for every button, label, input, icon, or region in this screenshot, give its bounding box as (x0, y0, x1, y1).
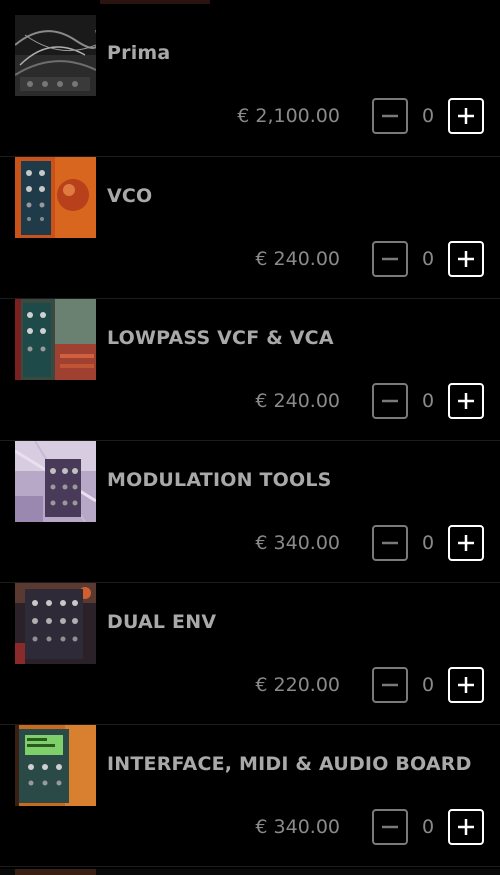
vcf-vca-module-photo (15, 299, 96, 380)
product-item-vco: VCO € 240.00 0 (0, 157, 500, 299)
product-thumbnail[interactable] (15, 441, 96, 522)
decrement-button[interactable] (372, 383, 408, 419)
decrement-button[interactable] (372, 241, 408, 277)
product-price: € 340.00 (255, 816, 340, 838)
interface-board-photo (15, 725, 96, 806)
dual-env-module-photo (15, 583, 96, 664)
product-item-interface-midi-audio-board: INTERFACE, MIDI & AUDIO BOARD € 340.00 0 (0, 725, 500, 867)
price-quantity-row: € 340.00 0 (255, 807, 484, 847)
vco-module-photo (15, 157, 96, 238)
price-quantity-row: € 340.00 0 (255, 523, 484, 563)
product-name[interactable]: VCO (107, 185, 152, 207)
product-item-prima: Prima € 2,100.00 0 (0, 0, 500, 157)
product-price: € 220.00 (255, 674, 340, 696)
price-quantity-row: € 240.00 0 (255, 381, 484, 421)
minus-icon (382, 541, 398, 545)
decrement-button[interactable] (372, 809, 408, 845)
quantity-value: 0 (421, 816, 435, 838)
modular-cables-photo (15, 15, 96, 96)
product-thumbnail[interactable] (15, 299, 96, 380)
increment-button[interactable] (448, 241, 484, 277)
plus-icon (458, 251, 474, 267)
increment-button[interactable] (448, 667, 484, 703)
quantity-value: 0 (421, 532, 435, 554)
minus-icon (382, 825, 398, 829)
price-quantity-row: € 240.00 0 (255, 239, 484, 279)
product-thumbnail[interactable] (15, 157, 96, 238)
increment-button[interactable] (448, 809, 484, 845)
quantity-value: 0 (421, 674, 435, 696)
plus-icon (458, 393, 474, 409)
product-item-lowpass-vcf-vca: LOWPASS VCF & VCA € 240.00 0 (0, 299, 500, 441)
plus-icon (458, 535, 474, 551)
product-thumbnail[interactable] (15, 15, 96, 96)
minus-icon (382, 399, 398, 403)
modulation-tools-photo (15, 441, 96, 522)
next-item-peek (0, 869, 500, 875)
product-name[interactable]: DUAL ENV (107, 611, 216, 633)
plus-icon (458, 108, 474, 124)
plus-icon (458, 819, 474, 835)
decrement-button[interactable] (372, 667, 408, 703)
product-name[interactable]: LOWPASS VCF & VCA (107, 327, 334, 349)
product-name[interactable]: MODULATION TOOLS (107, 469, 332, 491)
increment-button[interactable] (448, 525, 484, 561)
product-list: Prima € 2,100.00 0 VCO € 240.00 0 LOWPAS… (0, 0, 500, 867)
product-price: € 340.00 (255, 532, 340, 554)
increment-button[interactable] (448, 98, 484, 134)
minus-icon (382, 683, 398, 687)
product-price: € 240.00 (255, 248, 340, 270)
quantity-value: 0 (421, 248, 435, 270)
product-price: € 2,100.00 (237, 105, 340, 127)
minus-icon (382, 257, 398, 261)
quantity-value: 0 (421, 105, 435, 127)
product-name[interactable]: INTERFACE, MIDI & AUDIO BOARD (107, 753, 472, 775)
decrement-button[interactable] (372, 98, 408, 134)
quantity-value: 0 (421, 390, 435, 412)
product-item-modulation-tools: MODULATION TOOLS € 340.00 0 (0, 441, 500, 583)
product-name[interactable]: Prima (107, 42, 170, 64)
price-quantity-row: € 220.00 0 (255, 665, 484, 705)
decrement-button[interactable] (372, 525, 408, 561)
product-item-dual-env: DUAL ENV € 220.00 0 (0, 583, 500, 725)
product-thumbnail[interactable] (15, 725, 96, 806)
plus-icon (458, 677, 474, 693)
next-thumbnail-peek (15, 869, 96, 875)
minus-icon (382, 114, 398, 118)
product-price: € 240.00 (255, 390, 340, 412)
price-quantity-row: € 2,100.00 0 (237, 96, 484, 136)
product-thumbnail[interactable] (15, 583, 96, 664)
increment-button[interactable] (448, 383, 484, 419)
